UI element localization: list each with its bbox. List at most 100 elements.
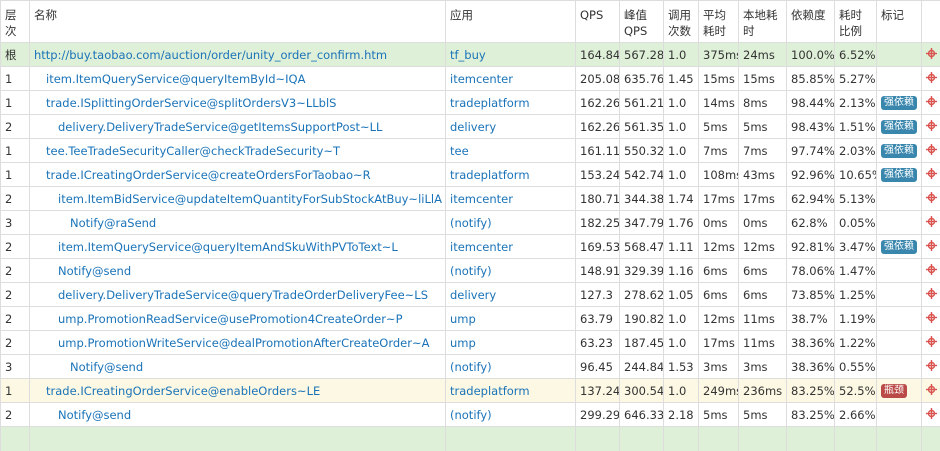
service-name-link[interactable]: ump.PromotionReadService@usePromotion4Cr… — [58, 312, 403, 326]
table-row[interactable]: 1 trade.ICreatingOrderService@enableOrder… — [1, 379, 940, 403]
table-row[interactable]: 1 trade.ISplittingOrderService@splitOrder… — [1, 91, 940, 115]
dependency-value: 92.81% — [791, 240, 835, 254]
qps-value: 127.3 — [580, 288, 613, 302]
qps-value: 164.84 — [580, 48, 620, 62]
qps-cell: 148.91 — [576, 259, 620, 283]
level-value: 2 — [5, 312, 12, 326]
calls-cell: 1.05 — [664, 283, 699, 307]
crosshair-icon[interactable] — [926, 168, 937, 182]
avg-time-value: 249ms — [703, 384, 739, 398]
level-value: 1 — [5, 168, 12, 182]
crosshair-icon[interactable] — [926, 120, 937, 134]
table-row[interactable]: 2delivery.DeliveryTradeService@getItemsS… — [1, 115, 940, 139]
app-link[interactable]: ump — [450, 312, 476, 326]
app-link[interactable]: delivery — [450, 120, 496, 134]
app-link[interactable]: itemcenter — [450, 240, 513, 254]
level-cell: 3 — [1, 355, 30, 379]
crosshair-icon[interactable] — [926, 240, 937, 254]
col-time-ratio: 耗时比例 — [835, 1, 877, 43]
table-row[interactable]: 1 trade.ICreatingOrderService@createOrder… — [1, 163, 940, 187]
crosshair-icon[interactable] — [926, 144, 937, 158]
service-name-link[interactable]: Notify@raSend — [70, 216, 156, 230]
crosshair-icon[interactable] — [926, 384, 937, 398]
app-cell: ump — [446, 307, 576, 331]
time-ratio-value: 1.47% — [839, 264, 876, 278]
app-link[interactable]: tradeplatform — [450, 168, 530, 182]
app-link[interactable]: itemcenter — [450, 192, 513, 206]
empty-cell — [877, 427, 922, 451]
dependency-value: 38.36% — [791, 360, 835, 374]
service-name-link[interactable]: tee.TeeTradeSecurityCaller@checkTradeSec… — [46, 144, 340, 158]
service-name-link[interactable]: trade.ICreatingOrderService@enableOrders… — [46, 384, 320, 398]
table-row[interactable]: 2item.ItemBidService@updateItemQuantityF… — [1, 187, 940, 211]
crosshair-icon[interactable] — [926, 192, 937, 206]
app-link[interactable]: (notify) — [450, 360, 492, 374]
level-value: 1 — [5, 96, 12, 110]
local-time-cell: 43ms — [739, 163, 787, 187]
table-row[interactable]: 1item.ItemQueryService@queryItemById~IQA… — [1, 67, 940, 91]
crosshair-icon[interactable] — [926, 264, 937, 278]
service-name-link[interactable]: delivery.DeliveryTradeService@queryTrade… — [58, 288, 428, 302]
app-cell: tradeplatform — [446, 163, 576, 187]
crosshair-icon[interactable] — [926, 96, 937, 110]
service-name-link[interactable]: trade.ICreatingOrderService@createOrders… — [46, 168, 371, 182]
app-link[interactable]: delivery — [450, 288, 496, 302]
service-name-link[interactable]: ump.PromotionWriteService@dealPromotionA… — [58, 336, 429, 350]
calls-value: 1.16 — [668, 264, 694, 278]
app-link[interactable]: tf_buy — [450, 48, 486, 62]
app-link[interactable]: tradeplatform — [450, 96, 530, 110]
qps-value: 153.24 — [580, 168, 620, 182]
qps-value: 182.25 — [580, 216, 620, 230]
service-name-link[interactable]: Notify@send — [70, 360, 143, 374]
col-avg-time: 平均耗时 — [699, 1, 739, 43]
crosshair-icon[interactable] — [926, 336, 937, 350]
app-link[interactable]: tee — [450, 144, 469, 158]
dependency-cell: 38.36% — [787, 355, 835, 379]
table-row[interactable]: 2 ump.PromotionReadService@usePromotion4C… — [1, 307, 940, 331]
service-name-link[interactable]: trade.ISplittingOrderService@splitOrders… — [46, 96, 336, 110]
service-name-link[interactable]: delivery.DeliveryTradeService@getItemsSu… — [58, 120, 382, 134]
crosshair-icon[interactable] — [926, 48, 937, 62]
time-ratio-cell: 6.52% — [835, 43, 877, 67]
table-row[interactable]: 1tee.TeeTradeSecurityCaller@checkTradeSe… — [1, 139, 940, 163]
app-link[interactable]: (notify) — [450, 264, 492, 278]
crosshair-icon[interactable] — [926, 408, 937, 422]
empty-cell — [576, 427, 620, 451]
dependency-value: 85.85% — [791, 72, 835, 86]
table-row[interactable]: 2delivery.DeliveryTradeService@queryTrad… — [1, 283, 940, 307]
crosshair-icon[interactable] — [926, 216, 937, 230]
app-link[interactable]: (notify) — [450, 216, 492, 230]
crosshair-icon[interactable] — [926, 288, 937, 302]
dependency-cell: 38.36% — [787, 331, 835, 355]
crosshair-icon[interactable] — [926, 72, 937, 86]
table-row[interactable]: 3Notify@send(notify)96.45244.841.533ms3m… — [1, 355, 940, 379]
app-link[interactable]: ump — [450, 336, 476, 350]
service-name-link[interactable]: item.ItemQueryService@queryItemAndSkuWit… — [58, 240, 398, 254]
app-link[interactable]: itemcenter — [450, 72, 513, 86]
table-row[interactable]: 根http://buy.taobao.com/auction/order/uni… — [1, 43, 940, 67]
level-value: 1 — [5, 384, 12, 398]
service-name-link[interactable]: item.ItemQueryService@queryItemById~IQA — [46, 72, 305, 86]
avg-time-value: 375ms — [703, 48, 739, 62]
avg-time-cell: 375ms — [699, 43, 739, 67]
table-row[interactable]: 2ump.PromotionWriteService@dealPromotion… — [1, 331, 940, 355]
table-row[interactable]: 2item.ItemQueryService@queryItemAndSkuWi… — [1, 235, 940, 259]
table-row[interactable]: 3Notify@raSend(notify)182.25347.791.760m… — [1, 211, 940, 235]
dependency-value: 83.25% — [791, 408, 835, 422]
dependency-cell: 78.06% — [787, 259, 835, 283]
table-row[interactable]: 2Notify@send(notify)148.91329.391.166ms6… — [1, 259, 940, 283]
service-name-link[interactable]: item.ItemBidService@updateItemQuantityFo… — [58, 192, 442, 206]
crosshair-icon[interactable] — [926, 312, 937, 326]
tag-cell — [877, 211, 922, 235]
peak-qps-value: 635.76 — [624, 72, 664, 86]
calls-value: 1.0 — [668, 312, 686, 326]
service-name-link[interactable]: http://buy.taobao.com/auction/order/unit… — [34, 48, 387, 62]
service-name-link[interactable]: Notify@send — [58, 408, 131, 422]
app-link[interactable]: (notify) — [450, 408, 492, 422]
crosshair-icon[interactable] — [926, 360, 937, 374]
col-action — [922, 1, 940, 43]
avg-time-cell: 108ms — [699, 163, 739, 187]
app-link[interactable]: tradeplatform — [450, 384, 530, 398]
strong-dependency-badge: 强依赖 — [881, 168, 917, 182]
service-name-link[interactable]: Notify@send — [58, 264, 131, 278]
